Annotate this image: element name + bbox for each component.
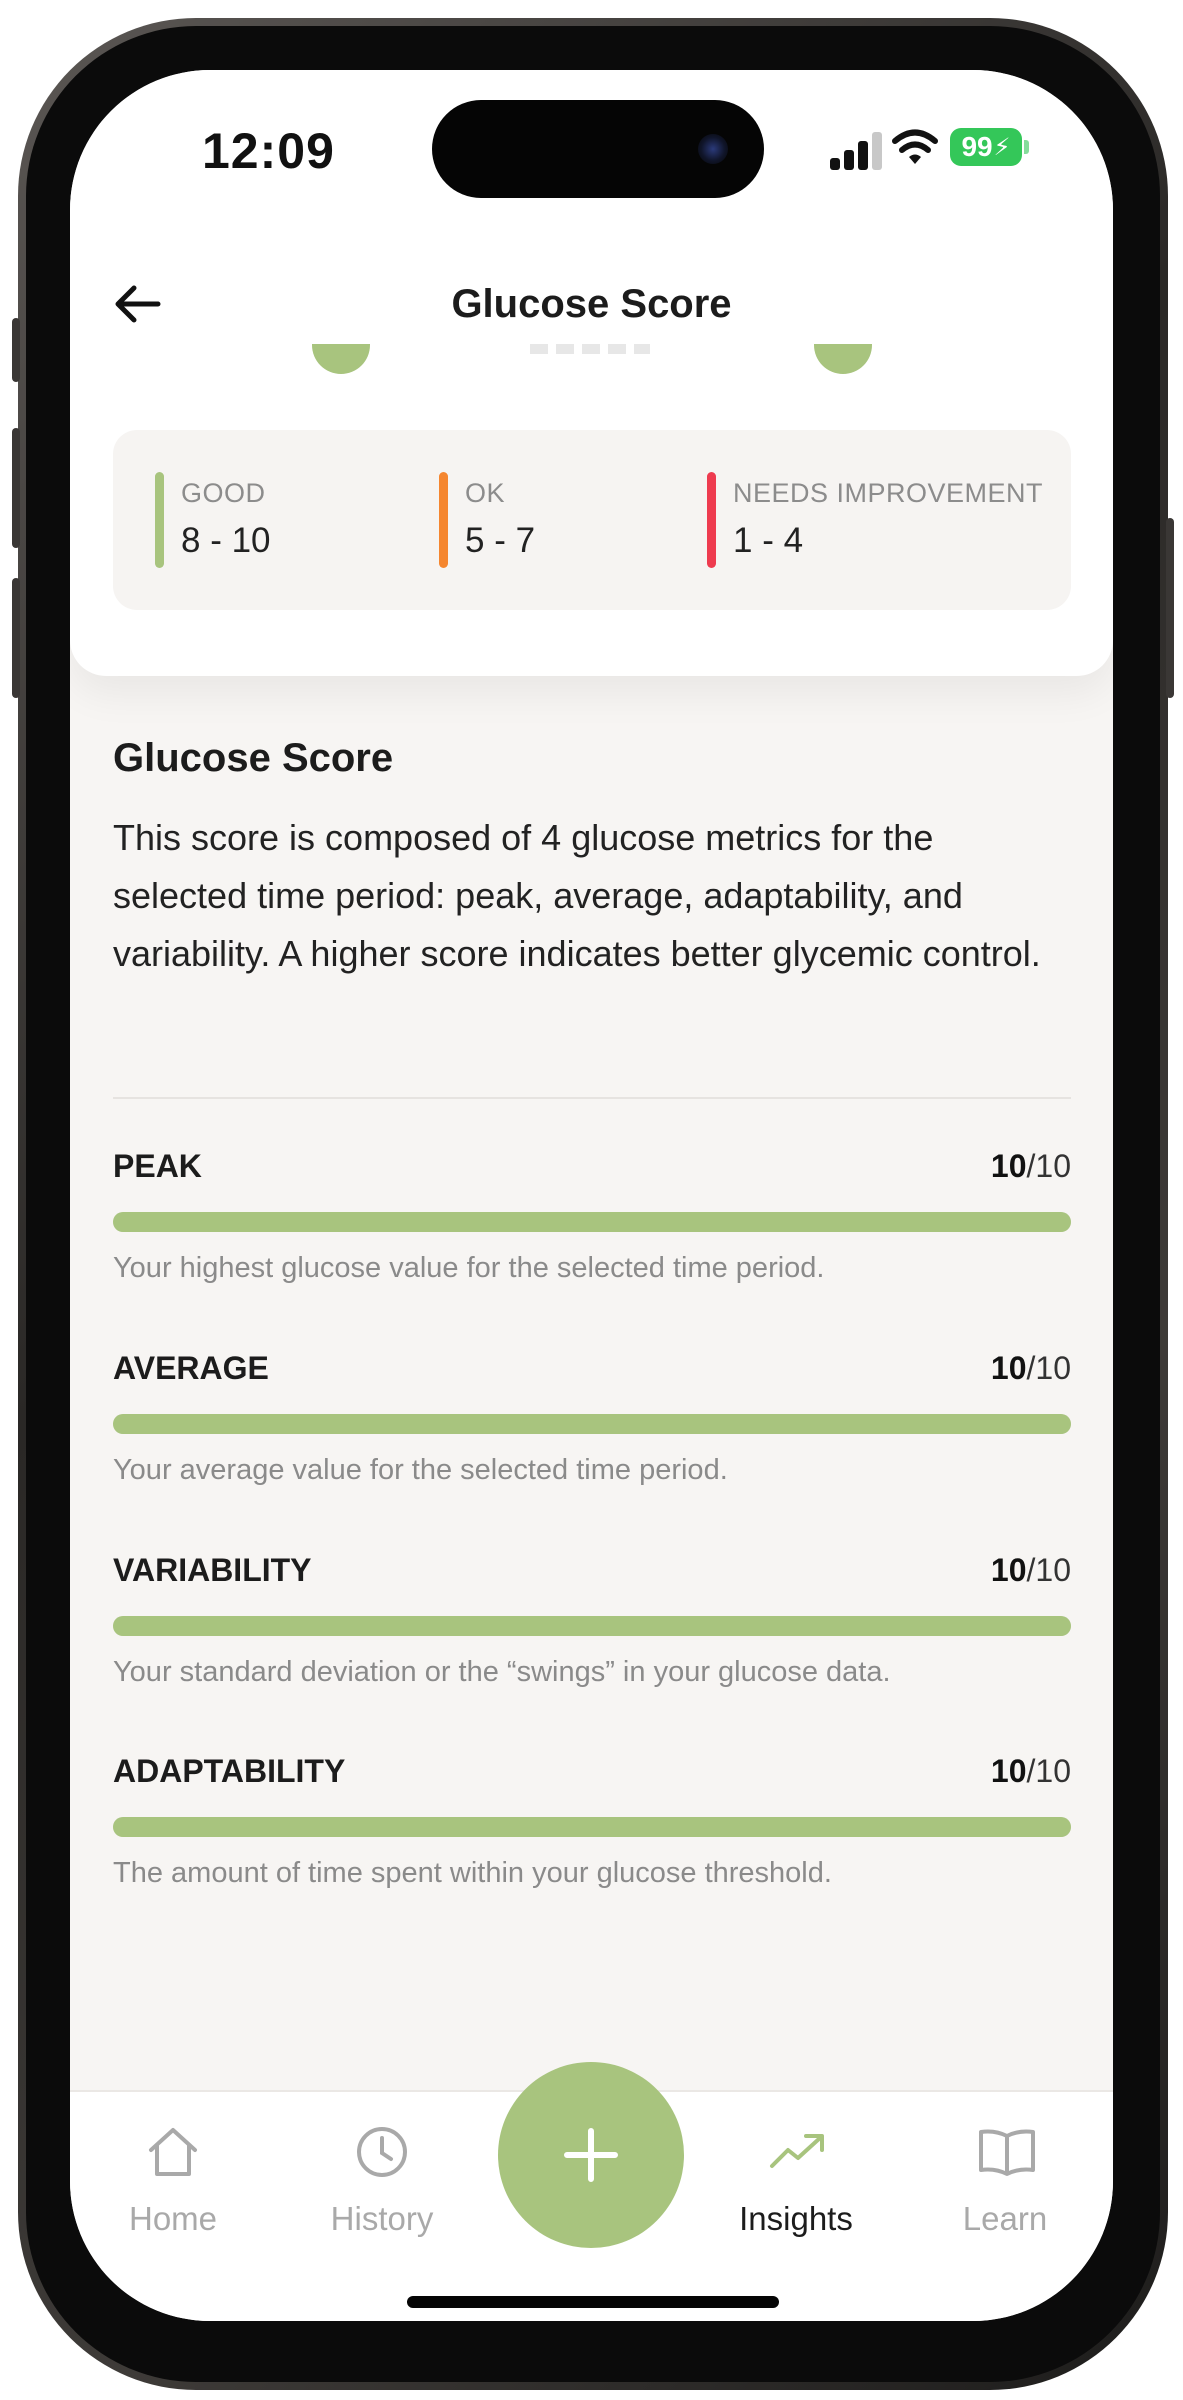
metric-score-value: 10 (990, 1148, 1027, 1184)
metric-score-value: 10 (990, 1753, 1027, 1789)
metric-variability: VARIABILITY 10/10 Your standard deviatio… (113, 1552, 1071, 1722)
legend-good-range: 8 - 10 (181, 521, 271, 560)
metric-score: 10/10 (991, 1350, 1071, 1387)
power-button (1166, 518, 1174, 698)
score-explanation: Glucose Score This score is composed of … (113, 736, 1071, 983)
metric-name: AVERAGE (113, 1350, 269, 1386)
legend-ok-bar (439, 472, 448, 568)
add-button[interactable] (498, 2062, 684, 2248)
metric-description: The amount of time spent within your glu… (113, 1857, 832, 1889)
tab-learn-label: Learn (962, 2200, 1048, 2237)
legend-needs-improvement-label: NEEDS IMPROVEMENT (733, 478, 1044, 508)
volume-down-button (12, 578, 20, 698)
section-title: Glucose Score (113, 736, 394, 780)
wifi-icon (892, 129, 938, 164)
plus-icon (564, 2128, 618, 2182)
metric-average: AVERAGE 10/10 Your average value for the… (113, 1350, 1071, 1520)
tab-home[interactable]: Home (83, 2092, 263, 2262)
metric-progress-bar (113, 1817, 1071, 1837)
legend-ok-range: 5 - 7 (465, 521, 536, 560)
metric-score-value: 10 (990, 1552, 1027, 1588)
section-description: This score is composed of 4 glucose metr… (113, 817, 1041, 974)
metric-name: PEAK (113, 1148, 202, 1184)
charging-bolt-icon: ⚡ (993, 133, 1011, 161)
metric-score: 10/10 (991, 1552, 1071, 1589)
legend-good-bar (155, 472, 164, 568)
legend-needs-improvement: NEEDS IMPROVEMENT 1 - 4 (707, 472, 1043, 568)
metric-progress-bar (113, 1616, 1071, 1636)
status-time: 12:09 (202, 123, 335, 179)
score-legend: GOOD 8 - 10 OK 5 - 7 NEEDS IMPROVEMENT 1… (113, 430, 1071, 610)
book-icon (979, 2129, 1035, 2176)
tab-home-label: Home (128, 2200, 218, 2237)
metric-progress-fill (113, 1616, 1071, 1636)
metric-progress-fill (113, 1212, 1071, 1232)
metric-name: VARIABILITY (113, 1552, 312, 1588)
tab-history-label: History (330, 2200, 434, 2237)
metric-score-value: 10 (990, 1350, 1027, 1386)
tab-insights[interactable]: Insights (706, 2092, 886, 2262)
metric-description: Your highest glucose value for the selec… (113, 1252, 825, 1284)
metric-progress-bar (113, 1414, 1071, 1434)
cellular-signal-icon (830, 132, 884, 170)
screen: 12:09 99 ⚡ Glucose Score GOOD 8 - 10 OK … (70, 70, 1113, 2321)
metric-progress-fill (113, 1414, 1071, 1434)
clock-icon (357, 2127, 407, 2177)
status-bar: 12:09 99 ⚡ (70, 70, 1113, 220)
score-label-clipped (530, 344, 650, 354)
metric-score-max: /10 (1026, 1552, 1071, 1588)
legend-good-label: GOOD (181, 478, 266, 508)
metric-score: 10/10 (991, 1148, 1071, 1185)
camera-icon (698, 134, 728, 164)
battery-icon: 99 ⚡ (950, 128, 1022, 166)
action-button (12, 318, 20, 382)
volume-up-button (12, 428, 20, 548)
legend-needs-improvement-bar (707, 472, 716, 568)
battery-level: 99 (961, 131, 993, 162)
metric-score-max: /10 (1026, 1753, 1071, 1789)
legend-needs-improvement-range: 1 - 4 (733, 521, 804, 560)
metric-score: 10/10 (991, 1753, 1071, 1790)
nav-header: Glucose Score (70, 260, 1113, 350)
legend-ok: OK 5 - 7 (439, 472, 535, 568)
trending-up-icon (770, 2134, 824, 2168)
metric-peak: PEAK 10/10 Your highest glucose value fo… (113, 1148, 1071, 1318)
metric-progress-bar (113, 1212, 1071, 1232)
legend-ok-label: OK (465, 478, 506, 508)
page-title: Glucose Score (451, 282, 732, 326)
tab-history[interactable]: History (292, 2092, 472, 2262)
metric-progress-fill (113, 1817, 1071, 1837)
metric-name: ADAPTABILITY (113, 1753, 346, 1789)
metric-description: Your standard deviation or the “swings” … (113, 1656, 891, 1688)
divider (113, 1097, 1071, 1099)
metric-score-max: /10 (1026, 1148, 1071, 1184)
dynamic-island (432, 100, 764, 198)
tab-insights-label: Insights (739, 2200, 853, 2237)
metric-description: Your average value for the selected time… (113, 1454, 728, 1486)
home-icon (149, 2128, 197, 2176)
tab-learn[interactable]: Learn (915, 2092, 1095, 2262)
legend-good: GOOD 8 - 10 (155, 472, 271, 568)
home-indicator (407, 2296, 779, 2308)
metric-adaptability: ADAPTABILITY 10/10 The amount of time sp… (113, 1753, 1071, 1923)
metric-score-max: /10 (1026, 1350, 1071, 1386)
battery-tip (1024, 140, 1029, 154)
